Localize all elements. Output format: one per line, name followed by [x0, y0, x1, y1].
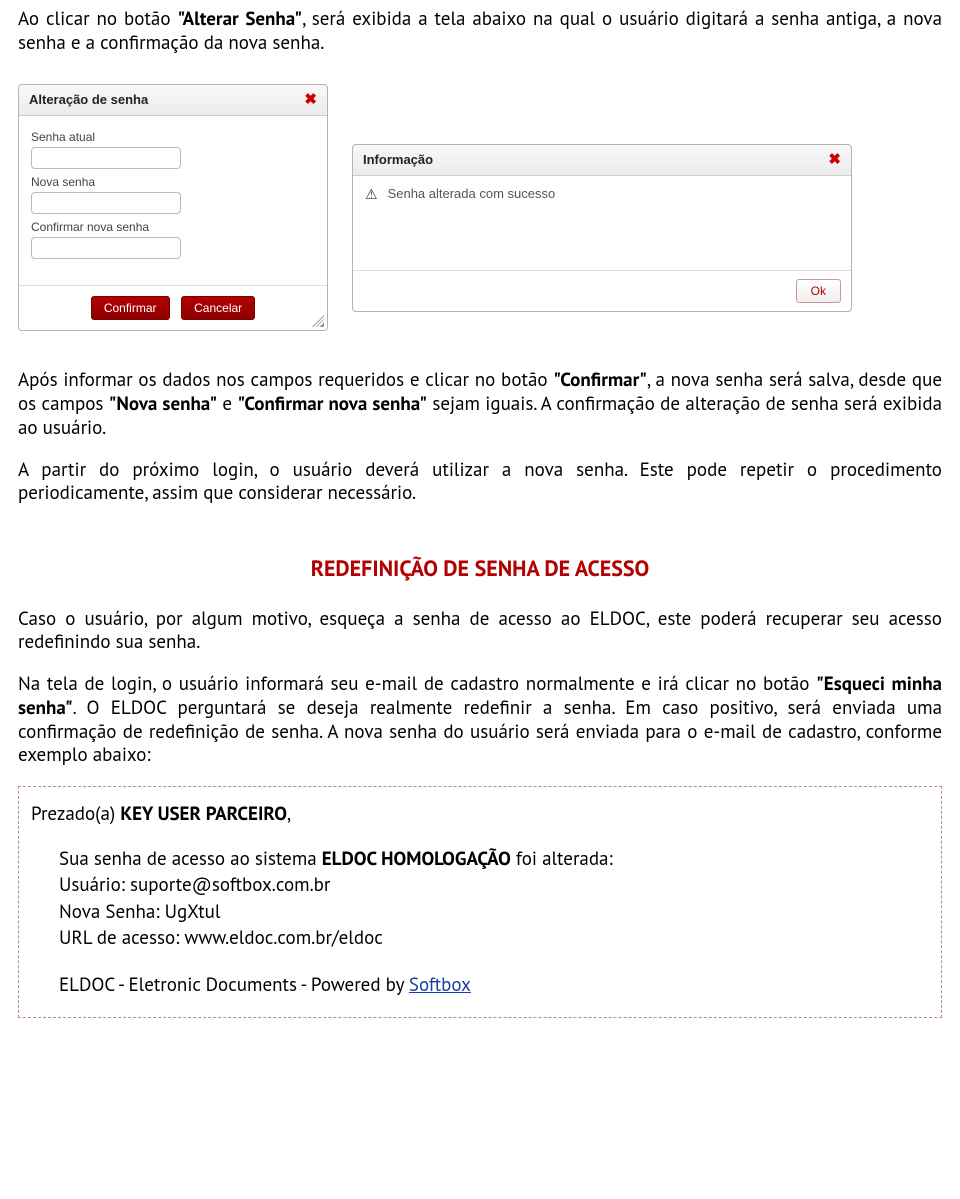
- after-paragraph-1: Após informar os dados nos campos requer…: [18, 369, 942, 440]
- ok-button[interactable]: Ok: [796, 279, 841, 303]
- after-paragraph-2: A partir do próximo login, o usuário dev…: [18, 459, 942, 507]
- input-current-password[interactable]: [31, 147, 181, 169]
- text: Após informar os dados nos campos requer…: [18, 368, 553, 392]
- alert-icon: ⚠: [365, 186, 378, 204]
- email-line-password: Nova Senha: UgXtul: [59, 899, 925, 926]
- softbox-link[interactable]: Softbox: [409, 973, 471, 997]
- resize-handle-icon[interactable]: [312, 315, 324, 327]
- text: Na tela de login, o usuário informará se…: [18, 672, 816, 696]
- input-confirm-password[interactable]: [31, 237, 181, 259]
- text: ,: [287, 802, 291, 826]
- dialog-buttons: Confirmar Cancelar: [19, 285, 327, 330]
- email-line-url: URL de acesso: www.eldoc.com.br/eldoc: [59, 925, 925, 952]
- dialog-footer: Ok: [353, 270, 851, 311]
- email-body: Sua senha de acesso ao sistema ELDOC HOM…: [31, 846, 925, 952]
- change-password-dialog: Alteração de senha ✖ Senha atual Nova se…: [18, 84, 328, 332]
- dialog-header: Informação ✖: [353, 145, 851, 177]
- text: foi alterada:: [511, 847, 613, 871]
- dialog-body: ⚠ Senha alterada com sucesso: [353, 176, 851, 210]
- email-line-system: Sua senha de acesso ao sistema ELDOC HOM…: [59, 846, 925, 873]
- email-footer: ELDOC - Eletronic Documents - Powered by…: [31, 972, 925, 999]
- confirm-button[interactable]: Confirmar: [91, 296, 170, 320]
- label-current-password: Senha atual: [31, 130, 315, 145]
- reset-paragraph-1: Caso o usuário, por algum motivo, esqueç…: [18, 608, 942, 656]
- value: UgXtul: [165, 900, 221, 924]
- dialogs-row: Alteração de senha ✖ Senha atual Nova se…: [18, 84, 942, 332]
- close-icon[interactable]: ✖: [828, 151, 841, 170]
- dialog-title: Alteração de senha: [29, 92, 148, 108]
- label: URL de acesso:: [59, 926, 184, 950]
- text: Prezado(a): [31, 802, 120, 826]
- bold-button-name: "Alterar Senha": [177, 7, 302, 31]
- bold-text: "Nova senha": [109, 392, 217, 416]
- text: Ao clicar no botão: [18, 7, 177, 31]
- input-new-password[interactable]: [31, 192, 181, 214]
- dialog-body: Senha atual Nova senha Confirmar nova se…: [19, 116, 327, 263]
- value: www.eldoc.com.br/eldoc: [184, 926, 382, 950]
- text: e: [217, 392, 237, 416]
- label: Usuário:: [59, 873, 130, 897]
- recipient-name: KEY USER PARCEIRO: [120, 802, 287, 826]
- text: Sua senha de acesso ao sistema: [59, 847, 322, 871]
- bold-text: "Confirmar nova senha": [237, 392, 427, 416]
- label-new-password: Nova senha: [31, 175, 315, 190]
- label: Nova Senha:: [59, 900, 165, 924]
- bold-text: "Confirmar": [553, 368, 647, 392]
- dialog-title: Informação: [363, 152, 433, 168]
- reset-paragraph-2: Na tela de login, o usuário informará se…: [18, 673, 942, 768]
- info-dialog: Informação ✖ ⚠ Senha alterada com sucess…: [352, 144, 852, 312]
- text: ELDOC - Eletronic Documents - Powered by: [59, 973, 409, 997]
- value: suporte@softbox.com.br: [130, 873, 330, 897]
- intro-paragraph: Ao clicar no botão "Alterar Senha", será…: [18, 8, 942, 56]
- text: . O ELDOC perguntará se deseja realmente…: [18, 696, 942, 768]
- dialog-header: Alteração de senha ✖: [19, 85, 327, 117]
- email-example-box: Prezado(a) KEY USER PARCEIRO, Sua senha …: [18, 786, 942, 1018]
- email-line-user: Usuário: suporte@softbox.com.br: [59, 872, 925, 899]
- section-title: REDEFINIÇÃO DE SENHA DE ACESSO: [18, 556, 942, 584]
- cancel-button[interactable]: Cancelar: [181, 296, 255, 320]
- close-icon[interactable]: ✖: [304, 91, 317, 110]
- system-name: ELDOC HOMOLOGAÇÃO: [322, 847, 511, 871]
- email-greeting: Prezado(a) KEY USER PARCEIRO,: [31, 801, 925, 828]
- label-confirm-password: Confirmar nova senha: [31, 220, 315, 235]
- info-message: Senha alterada com sucesso: [388, 186, 556, 202]
